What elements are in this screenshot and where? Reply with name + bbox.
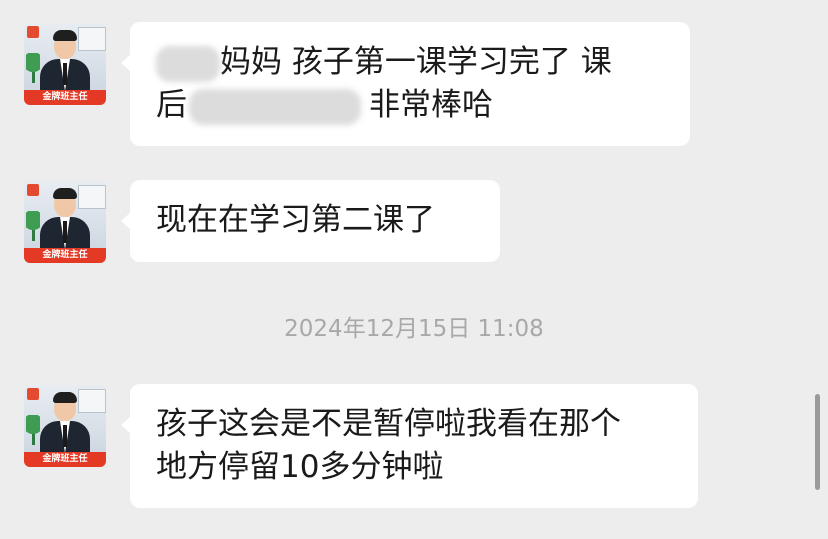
plant-icon [26, 211, 40, 241]
avatar-badge: 金牌班主任 [24, 248, 106, 263]
plant-icon [26, 415, 40, 445]
message-text: 妈妈 孩子第一课学习完了 课 [220, 44, 612, 80]
logo-icon [27, 388, 39, 400]
avatar[interactable]: 金牌班主任 [24, 23, 106, 105]
message-text: 孩子这会是不是暂停啦我看在那个 [156, 406, 621, 442]
message-text: 非常棒哈 [369, 87, 493, 123]
message-bubble[interactable]: 孩子这会是不是暂停啦我看在那个 地方停留10多分钟啦 [121, 384, 698, 508]
logo-icon [27, 184, 39, 196]
message-line: 后 非常棒哈 [156, 84, 664, 127]
message-bubble[interactable]: 妈妈 孩子第一课学习完了 课 后 非常棒哈 [121, 22, 690, 146]
timestamp: 2024年12月15日 11:08 [284, 316, 544, 342]
whiteboard-icon [78, 185, 106, 209]
message-text: 后 [156, 87, 187, 123]
logo-icon [27, 26, 39, 38]
message-text: 地方停留10多分钟啦 [156, 449, 444, 485]
hair-figure [53, 392, 77, 403]
avatar-badge: 金牌班主任 [24, 90, 106, 105]
tie-figure [63, 221, 67, 243]
tie-figure [63, 63, 67, 85]
whiteboard-icon [78, 27, 106, 51]
hair-figure [53, 188, 77, 199]
avatar-badge: 金牌班主任 [24, 452, 106, 467]
whiteboard-icon [78, 389, 106, 413]
message-bubble[interactable]: 现在在学习第二课了 [121, 180, 500, 262]
scrollbar[interactable] [815, 394, 820, 490]
message-line: 妈妈 孩子第一课学习完了 课 [156, 41, 664, 84]
message-text: 现在在学习第二课了 [156, 202, 435, 238]
hair-figure [53, 30, 77, 41]
avatar[interactable]: 金牌班主任 [24, 385, 106, 467]
plant-icon [26, 53, 40, 83]
redacted-text [189, 88, 361, 125]
avatar[interactable]: 金牌班主任 [24, 181, 106, 263]
redacted-name [156, 45, 220, 82]
tie-figure [63, 425, 67, 447]
